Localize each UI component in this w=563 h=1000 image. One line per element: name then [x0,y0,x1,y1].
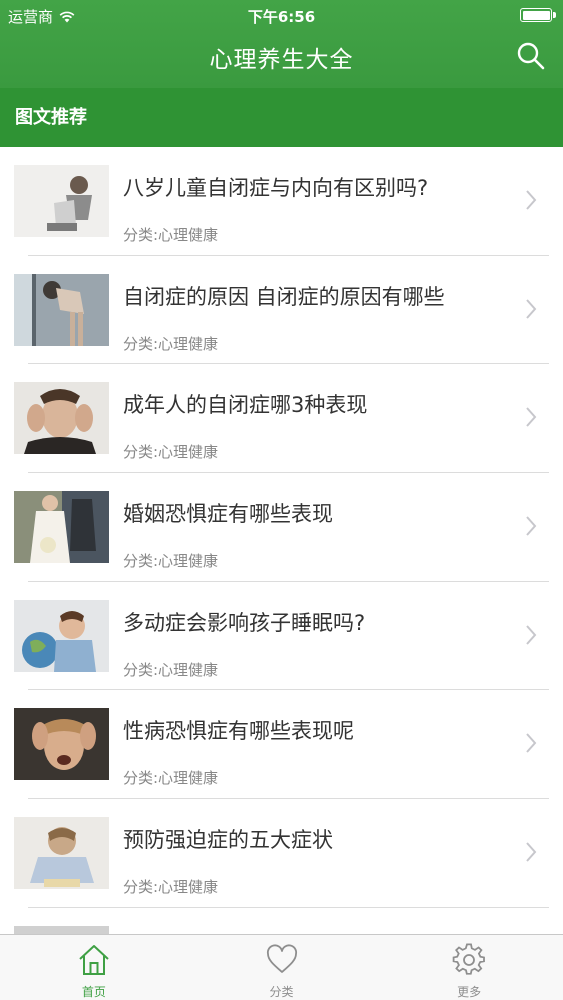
article-title: 成年人的自闭症哪3种表现 [123,393,368,418]
article-thumbnail [14,817,109,890]
article-category: 分类:心理健康 [123,226,219,244]
status-time: 下午6:56 [247,8,316,26]
article-category: 分类:心理健康 [123,334,219,353]
tab-label: 更多 [457,985,482,999]
chevron-right-icon [526,625,537,645]
tab-label: 分类 [269,985,294,999]
article-thumbnail [14,491,109,564]
article-list: 八岁儿童自闭症与内向有区别吗? 分类:心理健康 自闭症的原因 自闭症的原因有哪些… [0,147,563,934]
list-item[interactable]: 性病恐惧症有哪些表现呢 分类:心理健康 [0,690,563,800]
list-item[interactable]: 自闭症的原因 自闭症的原因有哪些 分类:心理健康 [0,256,563,365]
article-thumbnail [14,273,109,346]
list-item[interactable]: 八岁儿童自闭症与内向有区别吗? 分类:心理健康 [0,147,563,256]
app-header: 运营商 下午6:56 心理养生大全 [0,0,563,88]
tab-label: 首页 [81,985,106,999]
home-icon [79,945,109,975]
chevron-right-icon [526,733,537,754]
list-item[interactable]: 婚姻恐惧症有哪些表现 分类:心理健康 [0,473,563,582]
gear-icon [452,943,486,975]
chevron-right-icon [526,842,537,862]
chevron-right-icon [526,190,537,210]
article-thumbnail [14,165,109,237]
chevron-right-icon [526,299,537,319]
section-header: 图文推荐 [0,88,563,147]
tab-more[interactable]: 更多 [375,935,563,1000]
chevron-right-icon [526,516,537,536]
list-item[interactable] [0,908,563,934]
article-category: 分类:心理健康 [123,660,219,679]
list-item[interactable]: 成年人的自闭症哪3种表现 分类:心理健康 [0,364,563,474]
tab-bar: 首页 分类 更多 [0,934,563,1000]
article-title: 性病恐惧症有哪些表现呢 [123,719,354,744]
search-icon[interactable] [515,40,547,72]
article-title: 多动症会影响孩子睡眠吗? [123,610,366,635]
article-category: 分类:心理健康 [123,769,219,788]
article-title: 自闭症的原因 自闭症的原因有哪些 [123,284,445,309]
article-category: 分类:心理健康 [123,443,219,462]
article-thumbnail [14,925,109,934]
article-title: 预防强迫症的五大症状 [123,828,333,853]
article-thumbnail [14,382,109,455]
tab-category[interactable]: 分类 [188,935,376,1000]
battery-icon [520,8,556,22]
article-thumbnail [14,599,109,672]
heart-icon [266,944,297,973]
page-title: 心理养生大全 [209,47,354,73]
article-category: 分类:心理健康 [123,552,219,571]
list-item[interactable]: 多动症会影响孩子睡眠吗? 分类:心理健康 [0,582,563,691]
list-item[interactable]: 预防强迫症的五大症状 分类:心理健康 [0,799,563,908]
chevron-right-icon [526,407,537,428]
status-bar: 运营商 下午6:56 [0,0,563,30]
article-thumbnail [14,708,109,781]
article-title: 八岁儿童自闭症与内向有区别吗? [123,176,429,200]
tab-home[interactable]: 首页 [0,935,188,1000]
article-title: 婚姻恐惧症有哪些表现 [123,502,333,527]
article-category: 分类:心理健康 [123,878,219,897]
